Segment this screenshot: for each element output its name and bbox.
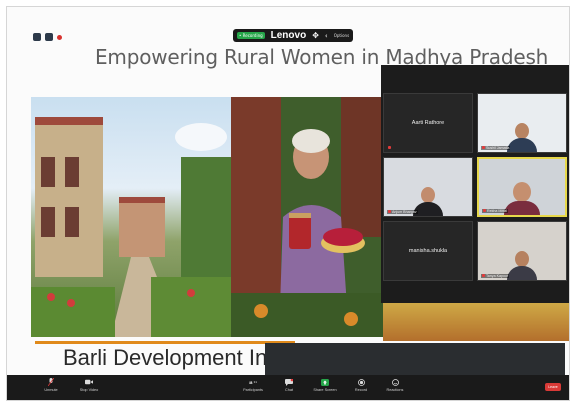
crafts-photo: [383, 297, 569, 341]
stop-video-label: Stop Video: [79, 388, 99, 392]
leave-button[interactable]: Leave: [545, 383, 561, 391]
participant-name: Aarti Rathore: [411, 120, 445, 126]
share-screen-button[interactable]: Share Screen: [305, 378, 345, 392]
logo-square: [45, 33, 53, 41]
stop-video-button[interactable]: Stop Video: [69, 378, 109, 392]
reactions-button[interactable]: Reactions: [375, 378, 415, 392]
muted-mic-icon: [482, 146, 485, 149]
reactions-label: Reactions: [386, 388, 404, 392]
participant-tile[interactable]: Sushil Jamatia: [477, 93, 567, 153]
participant-video: [507, 251, 537, 280]
participants-count: 31: [253, 380, 257, 384]
chat-button[interactable]: Chat: [269, 378, 309, 392]
share-screen-icon: [321, 378, 329, 386]
participants-icon: 31: [249, 378, 257, 386]
chevron-left-icon[interactable]: ‹: [325, 32, 328, 40]
woman-photo: [231, 97, 383, 337]
device-name: Lenovo: [270, 30, 307, 41]
record-icon: [357, 378, 365, 386]
participant-video: [504, 182, 540, 215]
participant-tile[interactable]: Anjum Bhargav: [383, 157, 473, 217]
view-options-menu[interactable]: Options: [334, 33, 349, 38]
caption-overlay-bar: [265, 343, 565, 375]
muted-mic-icon: [387, 146, 393, 150]
unmute-label: Unmute: [44, 388, 58, 392]
muted-mic-icon: [483, 209, 486, 212]
share-screen-label: Share Screen: [313, 388, 337, 392]
chat-label: Chat: [284, 388, 294, 392]
muted-mic-icon: [482, 274, 485, 277]
participant-gallery: Aarti Rathore Sushil Jamatia Anjum Bharg…: [381, 65, 569, 303]
move-icon[interactable]: ✥: [312, 31, 319, 40]
campus-photo: [31, 97, 231, 337]
chat-bubble-icon: [285, 378, 293, 386]
logo-dot: [57, 34, 62, 40]
logo-square: [33, 33, 41, 41]
meeting-top-bar[interactable]: • Recording Lenovo ✥ ‹ Options: [233, 29, 354, 42]
participants-button[interactable]: 31 Participants: [233, 378, 273, 392]
video-camera-icon: [85, 378, 93, 386]
muted-mic-icon: [388, 210, 391, 213]
participant-tile-active-speaker[interactable]: Rekha Mittal: [477, 157, 567, 217]
participant-name: Rekha Mittal: [487, 209, 507, 213]
smiley-icon: [391, 378, 399, 386]
participants-label: Participants: [243, 388, 263, 392]
zoom-window: Empowering Rural Women in Madhya Pradesh: [6, 6, 570, 401]
participant-tile[interactable]: Tanya Kapoor: [477, 221, 567, 281]
meeting-toolbar: Unmute Stop Video 31 Participants Chat S…: [7, 375, 569, 400]
microphone-icon: [47, 378, 55, 386]
participant-name: manisha.shukla: [408, 248, 448, 254]
caption-accent-bar: [35, 341, 295, 344]
slide-logo: [33, 33, 62, 41]
recording-badge: • Recording: [237, 32, 265, 39]
slide-caption: Barli Development Ins: [63, 345, 279, 370]
participant-video: [507, 123, 537, 152]
unmute-button[interactable]: Unmute: [31, 378, 71, 392]
participant-tile[interactable]: Aarti Rathore: [383, 93, 473, 153]
participant-name: Tanya Kapoor: [486, 274, 509, 278]
participant-name: Sushil Jamatia: [486, 146, 510, 150]
participant-tile[interactable]: manisha.shukla: [383, 221, 473, 281]
participant-name: Anjum Bhargav: [392, 210, 417, 214]
